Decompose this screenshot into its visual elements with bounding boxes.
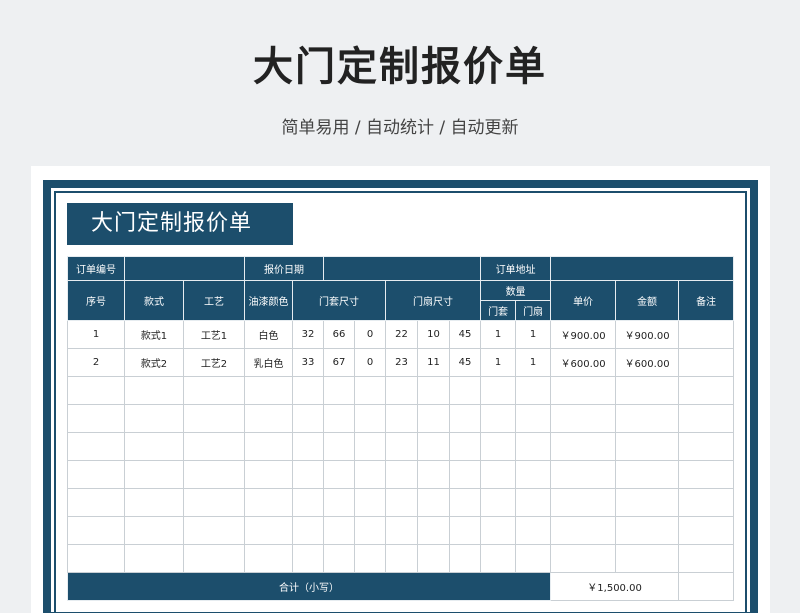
cell-leaf-2[interactable]: 10 [417,320,450,349]
cell-amount[interactable]: ￥900.00 [615,320,680,349]
order-info-row: 订单编号 报价日期 订单地址 [67,256,735,281]
cell-remark[interactable] [678,320,735,349]
address-label: 订单地址 [480,256,552,281]
col-index: 序号 [67,280,125,321]
table-row-empty [67,432,735,461]
quote-sheet: 大门定制报价单 订单编号 报价日期 订单地址 序号 款式 工艺 油漆颜色 门套尺… [31,166,770,613]
column-header-row: 序号 款式 工艺 油漆颜色 门套尺寸 门扇尺寸 数量 单价 金额 备注 [67,280,735,321]
table-row: 1 款式1 工艺1 白色 32 66 0 22 10 45 1 1 ￥900.0… [67,320,735,349]
cell-amount[interactable]: ￥600.00 [615,348,680,377]
cell-craft[interactable]: 工艺1 [183,320,245,349]
cell-leaf-1[interactable]: 22 [385,320,418,349]
col-paint-color: 油漆颜色 [244,280,293,321]
cell-index[interactable]: 2 [67,348,125,377]
page-subtitle: 简单易用 / 自动统计 / 自动更新 [281,118,519,138]
cell-unit-price[interactable]: ￥900.00 [550,320,617,349]
table-row-empty [67,544,735,573]
quote-table: 订单编号 报价日期 订单地址 序号 款式 工艺 油漆颜色 门套尺寸 门扇尺寸 数… [66,256,735,601]
table-row-empty [67,404,735,433]
total-row: 合计（小写） ￥1,500.00 [66,572,735,601]
total-label: 合计（小写） [66,572,552,601]
table-row: 2 款式2 工艺2 乳白色 33 67 0 23 11 45 1 1 ￥600.… [67,348,735,377]
cell-leaf-2[interactable]: 11 [417,348,450,377]
cell-frame-3[interactable]: 0 [354,320,386,349]
quote-date-value[interactable] [322,256,482,281]
cell-color[interactable]: 乳白色 [244,348,293,377]
quote-date-label: 报价日期 [244,256,324,281]
cell-frame-1[interactable]: 32 [292,320,324,349]
cell-frame-2[interactable]: 67 [323,348,355,377]
col-qty-leaf: 门扇 [515,300,552,321]
total-remark[interactable] [678,572,735,601]
document-title: 大门定制报价单 [67,203,293,245]
cell-leaf-3[interactable]: 45 [448,348,482,377]
table-row-empty [67,460,735,489]
cell-color[interactable]: 白色 [244,320,293,349]
address-value[interactable] [550,256,735,281]
cell-leaf-1[interactable]: 23 [385,348,418,377]
cell-frame-1[interactable]: 33 [292,348,324,377]
cell-remark[interactable] [678,348,735,377]
cell-style[interactable]: 款式1 [124,320,184,349]
table-row-empty [67,376,735,405]
col-door-frame-size: 门套尺寸 [292,280,386,321]
cell-frame-2[interactable]: 66 [323,320,355,349]
cell-unit-price[interactable]: ￥600.00 [550,348,617,377]
cell-leaf-3[interactable]: 45 [448,320,482,349]
col-quantity: 数量 [480,280,552,301]
cell-qty-leaf[interactable]: 1 [515,348,552,377]
cell-qty-frame[interactable]: 1 [480,320,517,349]
cell-qty-leaf[interactable]: 1 [515,320,552,349]
col-door-leaf-size: 门扇尺寸 [384,280,482,321]
order-no-value[interactable] [124,256,245,281]
col-craft: 工艺 [183,280,245,321]
col-amount: 金额 [615,280,680,321]
col-qty-frame: 门套 [480,300,517,321]
cell-index[interactable]: 1 [67,320,125,349]
table-row-empty [67,488,735,517]
cell-frame-3[interactable]: 0 [354,348,386,377]
col-unit-price: 单价 [550,280,617,321]
cell-craft[interactable]: 工艺2 [183,348,245,377]
table-row-empty [67,516,735,545]
total-value: ￥1,500.00 [550,572,680,601]
col-remark: 备注 [678,280,735,321]
cell-qty-frame[interactable]: 1 [480,348,517,377]
cell-style[interactable]: 款式2 [124,348,184,377]
col-style: 款式 [124,280,184,321]
order-no-label: 订单编号 [67,256,125,281]
page-title: 大门定制报价单 [253,44,547,90]
